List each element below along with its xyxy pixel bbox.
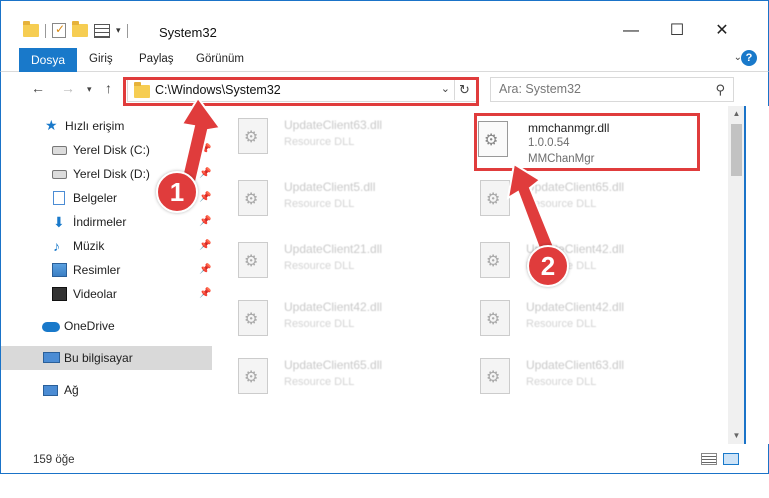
sidebar-item-label: Müzik — [73, 239, 105, 253]
computer-icon — [43, 352, 60, 363]
pin-icon[interactable]: 📌 — [199, 258, 211, 282]
pictures-icon — [52, 263, 67, 277]
new-folder-icon[interactable] — [72, 21, 88, 37]
scroll-down-icon[interactable]: ▼ — [728, 428, 745, 444]
tab-file[interactable]: Dosya — [19, 48, 77, 72]
file-item[interactable]: UpdateClient42.dll Resource DLL — [212, 292, 442, 344]
videos-icon — [52, 287, 67, 301]
folder-icon — [23, 21, 39, 37]
details-view-icon[interactable] — [701, 453, 717, 465]
help-icon[interactable]: ? — [741, 50, 757, 66]
pin-icon[interactable]: 📌 — [199, 282, 211, 306]
tab-home[interactable]: Giriş — [89, 53, 113, 65]
file-name: UpdateClient21.dll — [284, 242, 383, 256]
maximize-button[interactable]: ☐ — [667, 23, 687, 39]
pin-icon[interactable]: 📌 — [199, 210, 211, 234]
search-icon[interactable]: ⚲ — [715, 82, 725, 98]
quick-access-toolbar: ▾ — [23, 21, 128, 38]
file-name: UpdateClient5.dll — [284, 180, 376, 194]
window-title: System32 — [159, 25, 217, 40]
sidebar-item-this-pc[interactable]: Bu bilgisayar — [1, 346, 212, 370]
sidebar-item-label: Bu bilgisayar — [64, 351, 133, 365]
step-1-badge: 1 — [156, 171, 198, 213]
scroll-thumb[interactable] — [731, 124, 742, 176]
toolbar-separator — [45, 23, 46, 38]
dll-file-icon — [480, 358, 510, 394]
file-name: UpdateClient65.dll — [284, 358, 383, 372]
sidebar-item-label: Videolar — [73, 287, 117, 301]
dll-file-icon — [238, 358, 268, 394]
up-arrow-icon[interactable]: ↑ — [105, 80, 112, 96]
sidebar-item-label: Yerel Disk (C:) — [73, 143, 150, 157]
search-input[interactable] — [499, 82, 699, 96]
file-type: Resource DLL — [284, 260, 355, 272]
scroll-up-icon[interactable]: ▲ — [728, 106, 745, 122]
status-bar: 159 öğe — [0, 444, 769, 474]
sidebar-item-label: Hızlı erişim — [65, 119, 125, 133]
properties-icon[interactable] — [94, 23, 110, 38]
step-2-badge: 2 — [527, 245, 569, 287]
ribbon-tabs: Dosya Giriş Paylaş Görünüm ⌄ ? — [0, 44, 769, 72]
forward-arrow-icon[interactable]: → — [61, 80, 75, 96]
recent-locations-dropdown-icon[interactable]: ▾ — [87, 84, 92, 95]
file-type: Resource DLL — [284, 198, 355, 210]
file-item[interactable]: UpdateClient63.dll Resource DLL — [454, 350, 684, 402]
documents-icon — [53, 191, 65, 205]
sidebar-item-music[interactable]: ♪ Müzik 📌 — [1, 234, 212, 258]
file-item[interactable]: UpdateClient63.dll Resource DLL — [212, 110, 442, 162]
back-arrow-icon[interactable]: ← — [31, 80, 45, 96]
file-item[interactable]: UpdateClient21.dll Resource DLL — [212, 234, 442, 286]
drive-icon — [52, 146, 67, 155]
sidebar-item-downloads[interactable]: ⬇ İndirmeler 📌 — [1, 210, 212, 234]
sidebar-item-label: Ağ — [64, 383, 79, 397]
dll-file-icon — [480, 300, 510, 336]
file-name: UpdateClient63.dll — [284, 118, 383, 132]
sidebar-item-videos[interactable]: Videolar 📌 — [1, 282, 212, 306]
file-item[interactable]: UpdateClient5.dll Resource DLL — [212, 172, 442, 224]
large-icons-view-icon[interactable] — [723, 453, 739, 465]
sidebar-item-label: Resimler — [73, 263, 121, 277]
properties-check-icon[interactable] — [52, 22, 66, 38]
close-button[interactable]: ✕ — [712, 23, 732, 39]
file-name: UpdateClient63.dll — [526, 358, 625, 372]
customize-toolbar-dropdown-icon[interactable]: ▾ — [116, 25, 121, 36]
pin-icon[interactable]: 📌 — [199, 234, 211, 258]
tab-share[interactable]: Paylaş — [139, 53, 174, 65]
star-icon: ★ — [45, 117, 58, 133]
sidebar-item-label: Yerel Disk (D:) — [73, 167, 150, 181]
window-border — [745, 106, 769, 444]
dll-file-icon — [238, 242, 268, 278]
tab-view[interactable]: Görünüm — [196, 53, 244, 65]
cloud-icon — [42, 322, 60, 332]
dll-file-icon — [238, 180, 268, 216]
sidebar-item-label: OneDrive — [64, 319, 115, 333]
music-icon: ♪ — [53, 238, 60, 254]
sidebar-item-onedrive[interactable]: OneDrive — [1, 314, 212, 338]
downloads-icon: ⬇ — [53, 214, 65, 230]
file-type: Resource DLL — [284, 376, 355, 388]
sidebar-item-label: Belgeler — [73, 191, 118, 205]
network-icon — [43, 385, 58, 396]
sidebar-item-pictures[interactable]: Resimler 📌 — [1, 258, 212, 282]
dll-file-icon — [238, 118, 268, 154]
file-type: Resource DLL — [284, 318, 355, 330]
file-name: UpdateClient42.dll — [526, 300, 625, 314]
file-item[interactable]: UpdateClient65.dll Resource DLL — [212, 350, 442, 402]
minimize-button[interactable]: — — [621, 23, 641, 39]
item-count: 159 öğe — [33, 454, 75, 466]
file-type: Resource DLL — [526, 376, 597, 388]
search-box[interactable]: ⚲ — [490, 77, 734, 102]
file-type: Resource DLL — [526, 318, 597, 330]
file-type: Resource DLL — [284, 136, 355, 148]
file-name: UpdateClient42.dll — [284, 300, 383, 314]
title-bar: ▾ System32 — ☐ ✕ — [0, 0, 769, 44]
sidebar-item-label: İndirmeler — [73, 215, 127, 229]
drive-icon — [52, 170, 67, 179]
dll-file-icon — [238, 300, 268, 336]
vertical-scrollbar[interactable]: ▲ ▼ — [728, 106, 745, 444]
file-item[interactable]: UpdateClient42.dll Resource DLL — [454, 292, 684, 344]
toolbar-separator — [126, 23, 128, 38]
sidebar-item-network[interactable]: Ağ — [1, 378, 212, 402]
